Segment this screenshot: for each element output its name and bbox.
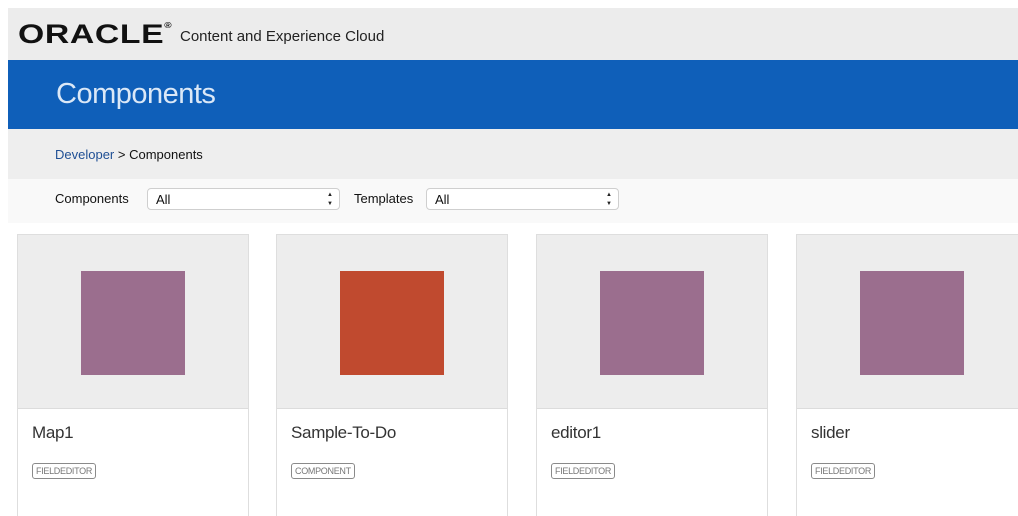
card-thumbnail (277, 235, 507, 409)
component-card-sample-to-do[interactable]: Sample-To-Do COMPONENT (276, 234, 508, 516)
component-swatch (81, 271, 185, 375)
templates-select[interactable]: All ▲ ▼ (426, 188, 619, 210)
logo-text: ORACLE (18, 18, 165, 49)
card-type-badge: COMPONENT (291, 463, 355, 479)
components-filter-label: Components (55, 191, 129, 206)
breadcrumb: Developer > Components (55, 147, 203, 162)
select-arrows-icon: ▲ ▼ (606, 192, 612, 207)
card-title: Sample-To-Do (291, 423, 397, 442)
component-card-map1[interactable]: Map1 FIELDEDITOR (17, 234, 249, 516)
card-title: editor1 (551, 423, 601, 442)
card-title: slider (811, 423, 850, 442)
filter-bar: Components All ▲ ▼ Templates All ▲ ▼ (8, 179, 1018, 223)
breadcrumb-separator: > (114, 147, 130, 162)
components-select-value: All (156, 192, 171, 207)
page-title: Components (56, 78, 216, 110)
oracle-logo[interactable]: ORACLE® (18, 19, 172, 50)
card-thumbnail (537, 235, 767, 409)
templates-select-value: All (435, 192, 450, 207)
app-name: Content and Experience Cloud (180, 28, 385, 45)
select-arrows-icon: ▲ ▼ (327, 192, 333, 207)
breadcrumb-bar: Developer > Components (8, 129, 1018, 179)
component-swatch (600, 271, 704, 375)
card-type-badge: FIELDEDITOR (32, 463, 97, 479)
top-bar: ORACLE® Content and Experience Cloud (8, 8, 1018, 60)
card-thumbnail (18, 235, 248, 409)
breadcrumb-developer-link[interactable]: Developer (55, 147, 114, 162)
component-card-editor1[interactable]: editor1 FIELDEDITOR (536, 234, 768, 516)
component-card-slider[interactable]: slider FIELDEDITOR (796, 234, 1018, 516)
components-select[interactable]: All ▲ ▼ (147, 188, 340, 210)
logo-mark: ® (164, 20, 173, 30)
component-swatch (340, 271, 444, 375)
card-thumbnail (797, 235, 1018, 409)
breadcrumb-current: Components (129, 147, 203, 162)
page-banner: Components (8, 60, 1018, 129)
card-type-badge: FIELDEDITOR (811, 463, 876, 479)
card-title: Map1 (32, 423, 74, 442)
card-type-badge: FIELDEDITOR (551, 463, 616, 479)
component-swatch (860, 271, 964, 375)
templates-filter-label: Templates (354, 191, 414, 206)
